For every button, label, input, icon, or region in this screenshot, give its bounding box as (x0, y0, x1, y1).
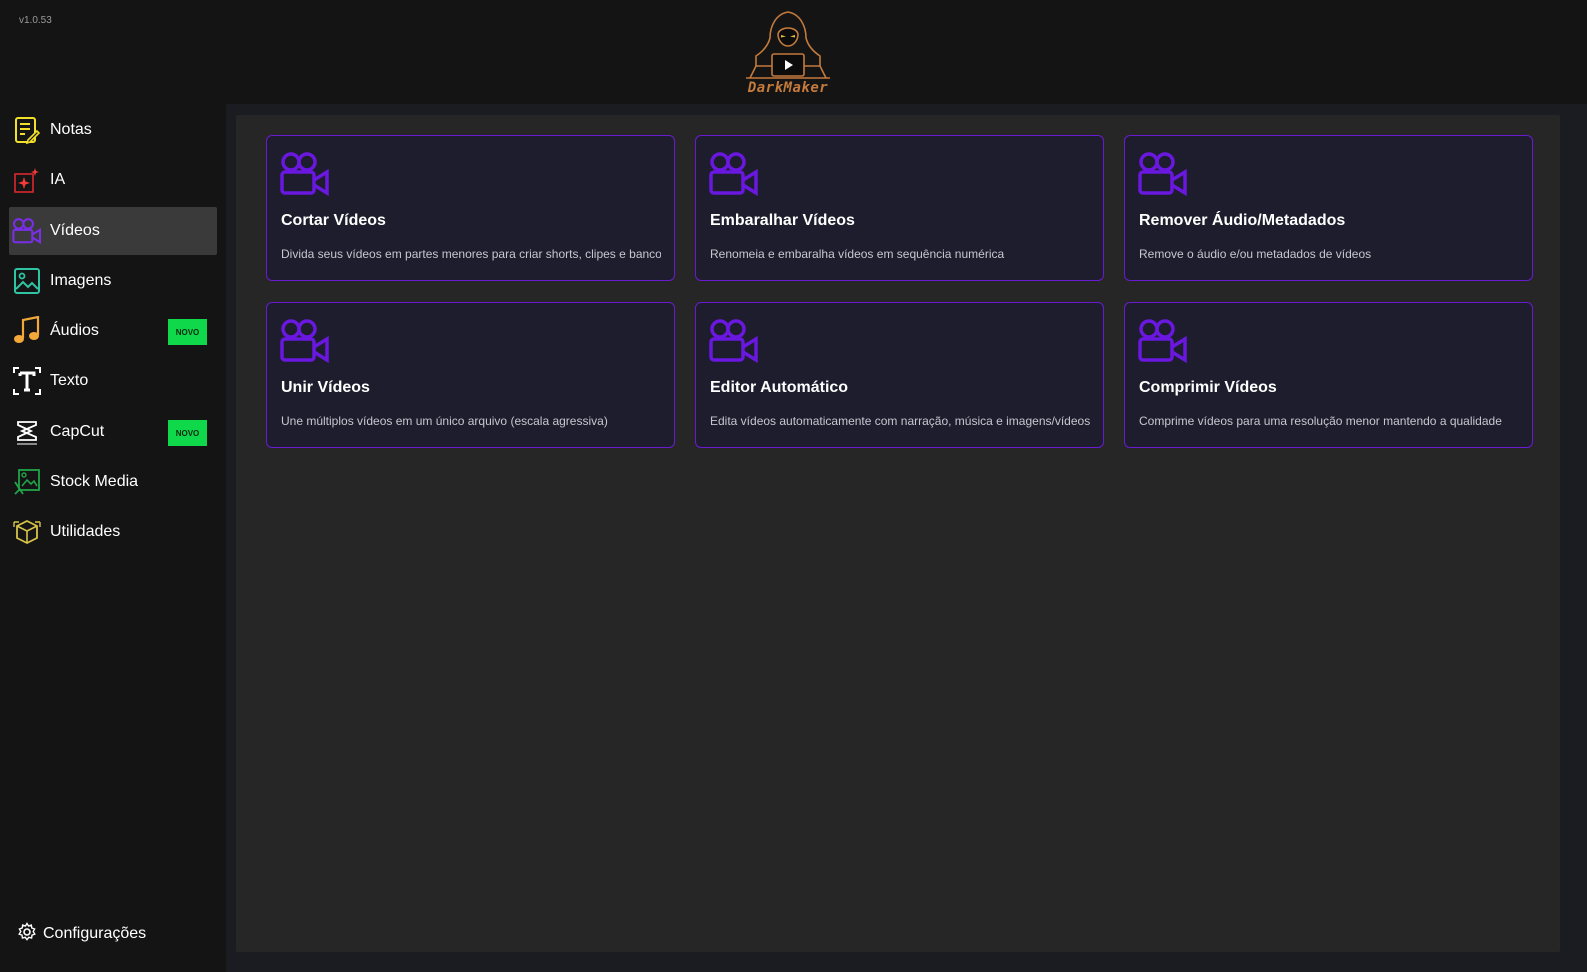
video-camera-icon (1138, 152, 1187, 196)
video-camera-icon (280, 319, 329, 363)
video-camera-icon (709, 319, 758, 363)
sidebar-item-utilidades[interactable]: Utilidades (9, 508, 217, 556)
text-icon (12, 366, 42, 396)
settings-button[interactable]: Configurações (17, 921, 147, 947)
sidebar-item-stock-media[interactable]: Stock Media (9, 458, 217, 506)
sidebar-item-label: Áudios (50, 322, 99, 339)
sidebar-item-texto[interactable]: Texto (9, 357, 217, 405)
sidebar-item-label: Vídeos (50, 222, 100, 239)
main-content: Cortar Vídeos Divida seus vídeos em part… (236, 115, 1560, 952)
utilities-icon (12, 517, 42, 547)
sidebar-item-videos[interactable]: Vídeos (9, 207, 217, 255)
card-unir-videos[interactable]: Unir Vídeos Une múltiplos vídeos em um ú… (266, 302, 675, 448)
card-cortar-videos[interactable]: Cortar Vídeos Divida seus vídeos em part… (266, 135, 675, 281)
card-title: Embaralhar Vídeos (710, 212, 855, 229)
settings-label: Configurações (43, 925, 147, 942)
music-note-icon (12, 316, 42, 346)
sidebar-item-capcut[interactable]: CapCut NOVO (9, 408, 217, 456)
video-camera-icon (12, 216, 42, 246)
sidebar-item-notas[interactable]: Notas (9, 106, 217, 154)
capcut-icon (12, 417, 42, 447)
app-window: v1.0.53 DarkMaker Notas IA Vídeos Imagen… (0, 0, 1587, 972)
card-remover-audio-metadados[interactable]: Remover Áudio/Metadados Remove o áudio e… (1124, 135, 1533, 281)
sidebar-item-imagens[interactable]: Imagens (9, 257, 217, 305)
card-title: Comprimir Vídeos (1139, 379, 1277, 396)
card-description: Renomeia e embaralha vídeos em sequência… (710, 247, 1005, 261)
card-comprimir-videos[interactable]: Comprimir Vídeos Comprime vídeos para um… (1124, 302, 1533, 448)
sidebar-item-label: Utilidades (50, 523, 121, 540)
top-bar: v1.0.53 DarkMaker (0, 0, 1587, 108)
version-label: v1.0.53 (19, 15, 52, 26)
darkmaker-logo: DarkMaker (738, 8, 838, 100)
card-description: Edita vídeos automaticamente com narraçã… (710, 414, 1090, 428)
card-title: Cortar Vídeos (281, 212, 386, 229)
card-description: Comprime vídeos para uma resolução menor… (1139, 414, 1502, 428)
card-embaralhar-videos[interactable]: Embaralhar Vídeos Renomeia e embaralha v… (695, 135, 1104, 281)
card-description: Une múltiplos vídeos em um único arquivo… (281, 414, 608, 428)
gear-icon (17, 921, 37, 947)
video-camera-icon (280, 152, 329, 196)
card-title: Unir Vídeos (281, 379, 370, 396)
notes-icon (12, 115, 42, 145)
sidebar-item-label: Imagens (50, 272, 112, 289)
image-icon (12, 266, 42, 296)
card-description: Remove o áudio e/ou metadados de vídeos (1139, 247, 1372, 261)
sidebar-item-label: IA (50, 171, 66, 188)
card-editor-automatico[interactable]: Editor Automático Edita vídeos automatic… (695, 302, 1104, 448)
sidebar-item-label: Stock Media (50, 473, 139, 490)
hooded-figure-logo-icon (746, 11, 830, 79)
logo-text: DarkMaker (747, 80, 829, 96)
video-camera-icon (709, 152, 758, 196)
stock-media-icon (12, 467, 42, 497)
sidebar-item-label: CapCut (50, 423, 105, 440)
sidebar-item-label: Texto (50, 372, 89, 389)
sidebar-item-ia[interactable]: IA (9, 156, 217, 204)
sidebar-item-label: Notas (50, 121, 92, 138)
video-camera-icon (1138, 319, 1187, 363)
card-description: Divida seus vídeos em partes menores par… (281, 247, 661, 261)
sidebar-item-audios[interactable]: Áudios NOVO (9, 307, 217, 355)
card-title: Editor Automático (710, 379, 849, 396)
new-badge: NOVO (168, 420, 207, 446)
new-badge: NOVO (168, 319, 207, 345)
card-title: Remover Áudio/Metadados (1139, 212, 1346, 229)
ai-sparkle-icon (12, 165, 42, 195)
